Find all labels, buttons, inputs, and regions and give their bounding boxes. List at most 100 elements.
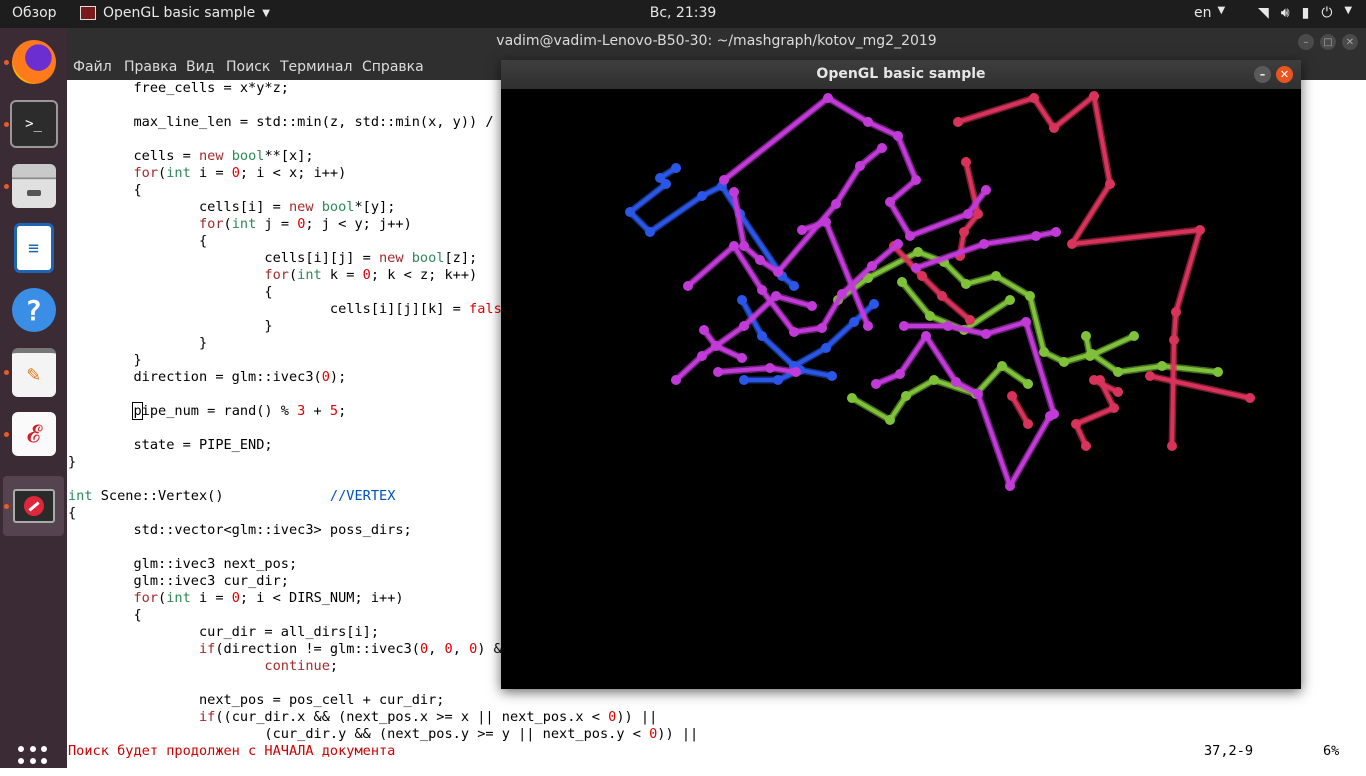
pipe-joint [1169,335,1179,345]
code-token: i = [190,165,232,181]
pipe-joint [921,331,931,341]
code-token: glm::ivec3 cur_dir; [68,573,289,589]
pipe-joint [893,239,903,249]
no-entry-icon [12,489,55,523]
menu-terminal[interactable]: Терминал [280,59,352,75]
pipe-joint [755,255,765,265]
code-token: *[y]; [354,199,396,215]
code-line: state = PIPE_END; [68,437,272,453]
code-token: (cur_dir.y && (next_pos.y >= y || next_p… [68,726,650,742]
opengl-window[interactable]: OpenGL basic sample – ✕ [501,60,1301,689]
dock-item-pdf-viewer[interactable]: 𝓔 [3,404,64,464]
code-token: { [68,233,208,249]
code-line: { [68,505,76,521]
code-token: for [264,267,289,283]
code-token: , [428,641,445,657]
menu-view[interactable]: Вид [186,59,214,75]
pipe-joint [739,321,749,331]
close-button[interactable]: ✕ [1342,34,1358,50]
menu-search[interactable]: Поиск [226,59,270,75]
pipe-joint [713,367,723,377]
pipe-joint [671,163,681,173]
code-token: cells[i][j][k] = [68,301,470,317]
apps-grid-icon[interactable] [18,746,48,776]
language-label: en [1194,5,1212,21]
pipe-joint [913,247,923,257]
pipe-joint [1113,387,1123,397]
dock-item-terminal[interactable]: >_ [3,94,64,154]
battery-icon: ▮ [1301,5,1310,21]
code-line: } [68,454,76,470]
pipe-joint [959,227,969,237]
code-line: { [68,284,273,300]
pipe-highlight [722,96,988,238]
pipe-joint [757,331,767,341]
dock-item-text-editor[interactable]: ✎ [3,342,64,402]
pipe-joint [683,281,693,291]
code-token: ((cur_dir.x && (next_pos.x >= x || next_… [215,709,609,725]
code-token: 0 [362,267,371,283]
menu-file[interactable]: Файл [73,59,112,75]
pipe-joint [863,117,873,127]
pipe-joint [821,343,831,353]
pipe-joint [791,367,801,377]
code-token: j = [256,216,298,232]
close-button[interactable]: ✕ [1276,66,1293,83]
pipe-joint [661,179,671,189]
pipe-joint [831,199,841,209]
menu-edit[interactable]: Правка [124,59,177,75]
code-line: } [68,352,141,368]
running-indicator [4,370,9,375]
code-token: ); [329,369,347,385]
pipe-joint [1029,93,1039,103]
pipe-joint [1071,419,1081,429]
pipe [721,94,989,240]
code-token: new [288,199,314,215]
dock-item-files[interactable] [3,156,64,216]
dock-item-help[interactable]: ? [3,280,64,340]
power-icon: ⏻ [1321,5,1333,21]
maximize-button[interactable]: □ [1320,34,1336,50]
code-token: std::vector<glm::ivec3> poss_dirs; [68,522,412,538]
minimize-button[interactable]: – [1254,66,1271,83]
code-token: 0 [231,165,240,181]
code-token: //VERTEX [329,488,396,504]
code-token: + [305,403,330,419]
system-tray[interactable]: ◥ 🔊︎ ▮ ⏻ ▼ [1258,5,1352,21]
code-token: ; i < DIRS_NUM; i++) [239,590,404,606]
code-line: if(direction != glm::ivec3(0, 0, 0) && [68,641,510,657]
code-line: { [68,607,141,623]
terminal-titlebar[interactable]: vadim@vadim-Lenovo-B50-30: ~/mashgraph/k… [67,28,1366,56]
dock-item-opengl-app[interactable] [3,476,64,536]
top-bar: Обзор OpenGL basic sample ▼ Вс, 21:39 en… [0,0,1366,28]
pipe-joint [699,325,709,335]
opengl-canvas[interactable] [501,89,1301,689]
code-token: { [68,284,273,300]
pipe-joint [1145,371,1155,381]
opengl-titlebar[interactable]: OpenGL basic sample – ✕ [501,60,1301,89]
pipe-joint [1089,91,1099,101]
menu-help[interactable]: Справка [362,59,424,75]
dock-item-firefox[interactable] [3,32,64,92]
cursor-position: 37,2-9 [1204,743,1254,759]
pipe-joint [1129,331,1139,341]
code-token: ( [288,267,298,283]
code-token: ( [158,590,167,606]
chevron-down-icon: ▼ [1217,5,1226,16]
window-title: OpenGL basic sample [816,66,986,82]
dock-item-libreoffice-writer[interactable]: ≡ [3,218,64,278]
clock[interactable]: Вс, 21:39 [0,5,1366,21]
code-token: [z]; [444,250,478,266]
running-indicator [4,184,9,189]
minimize-button[interactable]: – [1298,34,1314,50]
code-token: ; [329,658,339,674]
pipe-joint [1031,231,1041,241]
pipe-joint [951,377,961,387]
pipe-joint [1081,331,1091,341]
code-token: k = [321,267,363,283]
scroll-percent: 6% [1323,743,1340,759]
code-line: for(int i = 0; i < x; i++) [68,165,346,181]
language-indicator[interactable]: en ▼ [1194,5,1225,21]
code-token: bool [411,250,445,266]
